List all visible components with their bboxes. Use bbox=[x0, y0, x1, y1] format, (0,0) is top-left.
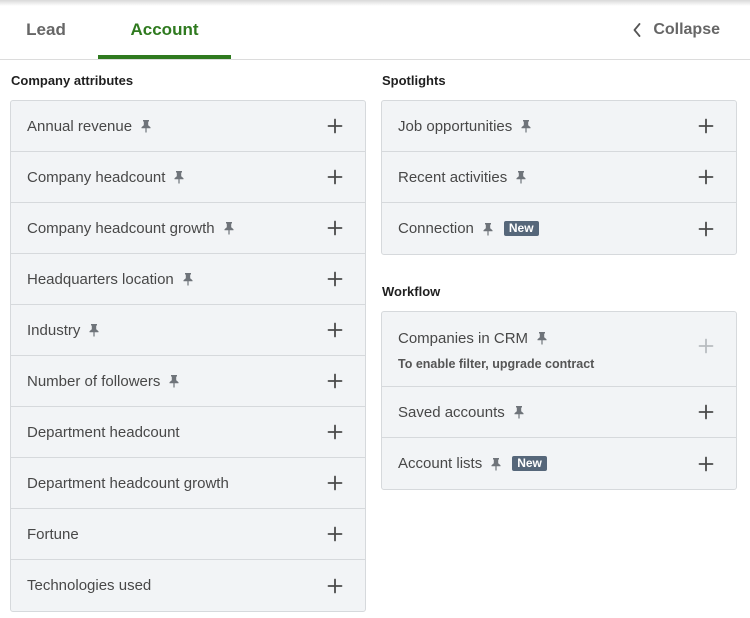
filter-label: Department headcount growth bbox=[27, 474, 229, 492]
pin-icon[interactable] bbox=[140, 119, 152, 133]
filter-row-header: Department headcount growth bbox=[27, 474, 229, 492]
filter-label: Account lists bbox=[398, 455, 483, 472]
filter-label: Companies in CRM bbox=[398, 329, 529, 347]
pin-icon[interactable] bbox=[168, 374, 180, 388]
pin-icon[interactable] bbox=[223, 221, 235, 235]
filter-row-industry[interactable]: Industry bbox=[11, 305, 365, 356]
add-icon[interactable] bbox=[327, 118, 343, 134]
filter-row-company-headcount-growth[interactable]: Company headcount growth bbox=[11, 203, 365, 254]
filter-label: Number of followers bbox=[27, 372, 161, 390]
filter-row-header: Headquarters location bbox=[27, 270, 194, 288]
filter-row-recent-activities[interactable]: Recent activities bbox=[382, 152, 736, 203]
filter-row-saved-accounts[interactable]: Saved accounts bbox=[382, 387, 736, 438]
filter-panel: Lead Account Collapse Company attributes… bbox=[0, 0, 750, 618]
tab-lead[interactable]: Lead bbox=[0, 0, 92, 59]
add-icon[interactable] bbox=[698, 456, 714, 472]
add-icon[interactable] bbox=[327, 475, 343, 491]
pin-icon[interactable] bbox=[490, 457, 502, 471]
add-icon[interactable] bbox=[327, 322, 343, 338]
filter-row-header: Annual revenue bbox=[27, 117, 152, 135]
tab-account[interactable]: Account bbox=[98, 0, 231, 59]
filter-row-header: Department headcount bbox=[27, 423, 180, 441]
collapse-label: Collapse bbox=[653, 20, 720, 38]
filter-label: Job opportunities bbox=[398, 117, 513, 135]
filter-row-header: Number of followers bbox=[27, 372, 180, 390]
add-icon[interactable] bbox=[698, 169, 714, 185]
chevron-left-icon bbox=[633, 22, 641, 37]
filter-label: Company headcount growth bbox=[27, 219, 215, 237]
filter-row-header: Technologies used bbox=[27, 577, 151, 595]
spotlights-title: Spotlights bbox=[382, 73, 446, 88]
add-icon bbox=[698, 338, 714, 354]
workflow-panel: Companies in CRM To enable filter, upgrad… bbox=[381, 311, 737, 490]
filter-label: Annual revenue bbox=[27, 117, 133, 135]
filter-row-header: Account lists New bbox=[398, 455, 547, 473]
add-icon[interactable] bbox=[327, 526, 343, 542]
filter-row-header: Companies in CRM bbox=[398, 329, 736, 347]
filter-row-company-headcount[interactable]: Company headcount bbox=[11, 152, 365, 203]
pin-icon[interactable] bbox=[182, 272, 194, 286]
pin-icon[interactable] bbox=[513, 405, 525, 419]
active-tab-indicator bbox=[98, 55, 231, 59]
company-attributes-title: Company attributes bbox=[11, 73, 134, 88]
filter-label: Company headcount bbox=[27, 168, 166, 186]
filter-row-connection[interactable]: Connection New bbox=[382, 203, 736, 254]
add-icon[interactable] bbox=[327, 220, 343, 236]
filter-row-header: Company headcount growth bbox=[27, 219, 235, 237]
filter-label: Saved accounts bbox=[398, 403, 505, 421]
filter-row-header: Fortune bbox=[27, 525, 79, 543]
filter-row-fortune[interactable]: Fortune bbox=[11, 509, 365, 560]
filter-label: Headquarters location bbox=[27, 270, 174, 288]
filter-row-companies-in-crm[interactable]: Companies in CRM To enable filter, upgrad… bbox=[382, 312, 736, 387]
filter-label: Department headcount bbox=[27, 423, 180, 441]
pin-icon[interactable] bbox=[536, 331, 548, 345]
filter-row-header: Company headcount bbox=[27, 168, 185, 186]
filter-row-job-opportunities[interactable]: Job opportunities bbox=[382, 101, 736, 152]
filter-label: Connection bbox=[398, 220, 474, 237]
pin-icon[interactable] bbox=[482, 222, 494, 236]
filter-label: Technologies used bbox=[27, 577, 152, 594]
add-icon[interactable] bbox=[698, 404, 714, 420]
filter-row-annual-revenue[interactable]: Annual revenue bbox=[11, 101, 365, 152]
pin-icon[interactable] bbox=[520, 119, 532, 133]
filter-row-header: Connection New bbox=[398, 220, 539, 238]
filter-row-header: Saved accounts bbox=[398, 403, 525, 421]
pin-icon[interactable] bbox=[173, 170, 185, 184]
add-icon[interactable] bbox=[698, 118, 714, 134]
filter-label: Industry bbox=[27, 321, 81, 339]
collapse-button[interactable]: Collapse bbox=[633, 0, 720, 59]
add-icon[interactable] bbox=[327, 271, 343, 287]
pin-icon[interactable] bbox=[515, 170, 527, 184]
new-badge: New bbox=[512, 456, 547, 471]
add-icon[interactable] bbox=[327, 578, 343, 594]
new-badge: New bbox=[503, 221, 539, 236]
add-icon[interactable] bbox=[327, 424, 343, 440]
upgrade-note: To enable filter, upgrade contract bbox=[398, 357, 595, 371]
filter-row-department-headcount-growth[interactable]: Department headcount growth bbox=[11, 458, 365, 509]
add-icon[interactable] bbox=[698, 221, 714, 237]
filter-row-number-of-followers[interactable]: Number of followers bbox=[11, 356, 365, 407]
filter-row-department-headcount[interactable]: Department headcount bbox=[11, 407, 365, 458]
filter-row-header: Recent activities bbox=[398, 168, 527, 186]
add-icon[interactable] bbox=[327, 169, 343, 185]
filter-row-technologies-used[interactable]: Technologies used bbox=[11, 560, 365, 611]
add-icon[interactable] bbox=[327, 373, 343, 389]
filter-row-header: Industry bbox=[27, 321, 100, 339]
filter-row-headquarters-location[interactable]: Headquarters location bbox=[11, 254, 365, 305]
filter-label: Recent activities bbox=[398, 168, 508, 186]
filter-row-header: Job opportunities bbox=[398, 117, 532, 135]
pin-icon[interactable] bbox=[88, 323, 100, 337]
tab-bar: Lead Account Collapse bbox=[0, 0, 750, 60]
company-attributes-panel: Annual revenue Company headcount Company h… bbox=[10, 100, 366, 612]
spotlights-panel: Job opportunities Recent activities Connec… bbox=[381, 100, 737, 255]
workflow-title: Workflow bbox=[382, 284, 441, 299]
filter-row-account-lists[interactable]: Account lists New bbox=[382, 438, 736, 489]
filter-label: Fortune bbox=[27, 525, 79, 543]
